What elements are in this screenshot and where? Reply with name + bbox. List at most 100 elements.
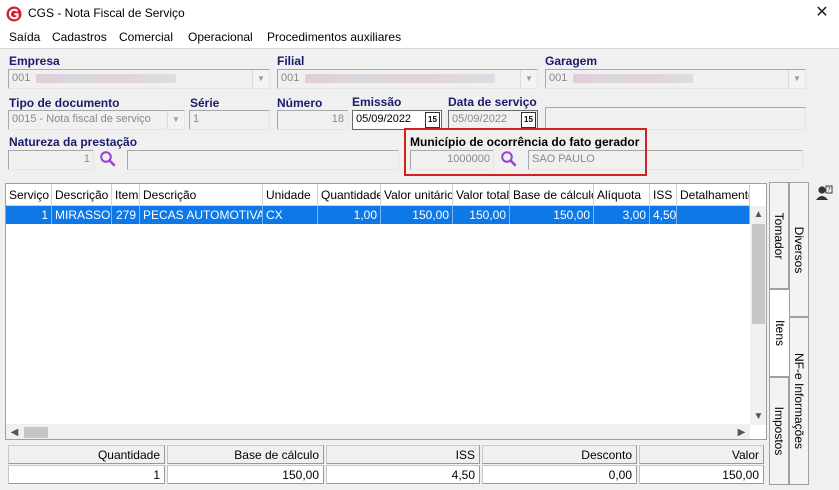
total-base-label: Base de cálculo [167,445,324,464]
serie-label: Série [190,96,220,110]
table-cell[interactable]: 4,50 [650,206,677,224]
column-header[interactable]: Alíquota [594,184,650,206]
tab-nfe-informacoes[interactable]: NF-e Informações [789,317,809,485]
chevron-down-icon[interactable]: ▼ [520,70,537,88]
column-header[interactable]: Descrição [52,184,112,206]
garagem-value: 001 [549,72,568,84]
scroll-thumb[interactable] [752,224,765,324]
tab-itens-label: Itens [773,319,787,347]
total-iss-value: 4,50 [326,465,480,484]
garagem-select[interactable]: 001 ▼ [545,69,806,89]
column-header[interactable]: Base de cálculo [510,184,594,206]
numero-field[interactable]: 18 [277,110,348,130]
filial-label: Filial [277,54,305,68]
cgs-logo-icon [6,6,22,22]
table-cell[interactable]: 1 [6,206,52,224]
blank-field [545,107,806,130]
column-header[interactable]: Valor unitário [381,184,453,206]
column-header[interactable]: Quantidade [318,184,381,206]
user-help-icon[interactable]: ? [815,184,833,202]
scroll-left-icon[interactable]: ◀ [6,424,23,439]
items-grid[interactable]: Serviço Descrição Item Descrição Unidade… [5,183,767,440]
totals-panel: Quantidade Base de cálculo ISS Desconto … [5,443,767,484]
scroll-up-icon[interactable]: ▲ [750,206,766,223]
table-cell[interactable]: 3,00 [594,206,650,224]
table-cell[interactable]: CX [263,206,318,224]
natureza-code-field[interactable]: 1 [8,150,94,170]
chevron-down-icon[interactable]: ▼ [788,70,805,88]
emissao-label: Emissão [352,95,402,109]
title-bar: CGS - Nota Fiscal de Serviço ✕ [0,0,839,28]
total-valor-value: 150,00 [639,465,764,484]
horizontal-scrollbar[interactable]: ◀ ▶ [6,424,750,439]
empresa-select[interactable]: 001 ▼ [8,69,270,89]
column-header[interactable]: Unidade [263,184,318,206]
menu-saida[interactable]: Saída [9,30,40,44]
table-row[interactable]: 1 MIRASSOL 279 PECAS AUTOMOTIVAS CX 1,00… [6,206,750,224]
scroll-thumb[interactable] [24,427,48,438]
filial-select[interactable]: 001 ▼ [277,69,538,89]
tab-tomador[interactable]: Tomador [769,182,789,289]
table-cell[interactable]: 279 [112,206,140,224]
tab-nfe-informacoes-label: NF-e Informações [792,352,806,450]
data-servico-label: Data de serviço [448,95,537,109]
empresa-label: Empresa [9,54,60,68]
vertical-scrollbar[interactable]: ▲ ▼ [750,206,766,425]
serie-field[interactable]: 1 [189,110,270,130]
window-title: CGS - Nota Fiscal de Serviço [28,6,185,20]
search-icon[interactable] [99,150,117,168]
natureza-label: Natureza da prestação [9,135,138,149]
menu-procedimentos-auxiliares[interactable]: Procedimentos auxiliares [267,30,401,44]
tab-diversos[interactable]: Diversos [789,182,809,317]
menu-bar: Saída Cadastros Comercial Operacional Pr… [0,28,839,48]
column-header[interactable]: ISS [650,184,677,206]
chevron-down-icon[interactable]: ▼ [252,70,269,88]
table-cell[interactable]: 150,00 [510,206,594,224]
grid-header: Serviço Descrição Item Descrição Unidade… [6,184,750,206]
svg-text:?: ? [827,186,831,194]
table-cell[interactable]: PECAS AUTOMOTIVAS [140,206,263,224]
column-header[interactable]: Valor total [453,184,510,206]
table-cell[interactable]: MIRASSOL [52,206,112,224]
chevron-down-icon[interactable]: ▼ [167,111,184,129]
menu-operacional[interactable]: Operacional [188,30,253,44]
scroll-right-icon[interactable]: ▶ [733,424,750,439]
redacted-text [36,73,177,83]
menu-comercial[interactable]: Comercial [119,30,173,44]
table-cell[interactable]: 150,00 [381,206,453,224]
redacted-text [573,73,694,83]
total-quantidade-value: 1 [8,465,165,484]
scroll-down-icon[interactable]: ▼ [750,408,766,425]
tab-tomador-label: Tomador [772,212,786,259]
table-cell[interactable]: 1,00 [318,206,381,224]
total-desconto-value: 0,00 [482,465,637,484]
column-header[interactable]: Serviço [6,184,52,206]
tipo-documento-select[interactable]: 0015 - Nota fiscal de serviço ▼ [8,110,185,130]
data-servico-date-field[interactable]: 05/09/2022 15 [448,110,538,130]
tipo-documento-label: Tipo de documento [9,96,120,110]
table-cell[interactable] [677,206,750,224]
tab-diversos-label: Diversos [792,226,806,273]
garagem-label: Garagem [545,54,598,68]
filial-value: 001 [281,72,300,84]
close-button[interactable]: ✕ [808,2,836,26]
column-header[interactable]: Detalhamento [677,184,750,206]
highlight-box [404,128,647,176]
natureza-description-field[interactable] [127,150,399,170]
column-header[interactable]: Descrição [140,184,263,206]
tab-itens[interactable]: Itens [769,289,791,377]
emissao-date-field[interactable]: 05/09/2022 15 [352,110,442,130]
total-base-value: 150,00 [167,465,324,484]
tipo-documento-value: 0015 - Nota fiscal de serviço [12,113,151,125]
table-cell[interactable]: 150,00 [453,206,510,224]
tab-impostos-label: Impostos [772,406,786,456]
emissao-value: 05/09/2022 [356,113,412,125]
total-desconto-label: Desconto [482,445,637,464]
calendar-icon[interactable]: 15 [425,112,440,128]
column-header[interactable]: Item [112,184,140,206]
numero-label: Número [277,96,323,110]
tab-impostos[interactable]: Impostos [769,377,789,485]
menu-cadastros[interactable]: Cadastros [52,30,107,44]
total-valor-label: Valor [639,445,764,464]
calendar-icon[interactable]: 15 [521,112,536,128]
